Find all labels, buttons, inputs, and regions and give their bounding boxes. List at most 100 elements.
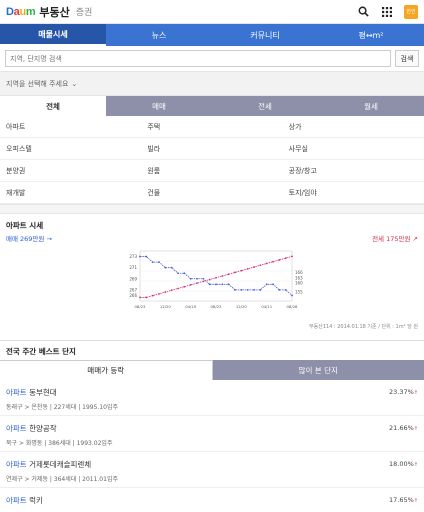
- jeonse-price-point: [278, 259, 281, 261]
- search-bar: 검색: [0, 46, 424, 72]
- item-name: 아파트 동부현대: [6, 388, 57, 397]
- category-grid: 아파트 주택 상가 오피스텔 빌라 사무실 분양권 원룸 공장/창고 재개발 건…: [0, 116, 424, 204]
- property-type-tabs: 전체 매매 전세 월세: [0, 96, 424, 116]
- sale-price-point: [202, 277, 205, 280]
- region-label: 지역을 선택해 주세요: [6, 79, 69, 88]
- tab-listings[interactable]: 매물시세: [0, 24, 106, 46]
- sale-price-point: [265, 283, 268, 286]
- sale-price-point: [170, 266, 173, 269]
- sale-price-point: [139, 255, 141, 258]
- chart-x-tick: 12/20: [160, 304, 172, 309]
- tab-price-change[interactable]: 매매가 등락: [0, 360, 213, 380]
- item-pct: 23.37%↑: [389, 388, 418, 396]
- category-item[interactable]: 주택: [141, 116, 283, 138]
- jeonse-price-point: [177, 287, 179, 290]
- section-divider: [0, 204, 424, 214]
- jeonse-price-point: [272, 260, 274, 263]
- chart-x-tick: 12/20: [236, 304, 248, 309]
- chart-x-tick: 08/23: [135, 304, 147, 309]
- list-item[interactable]: 아파트 한양공작 북구 > 화명동 | 386세대 | 1993.02입주 21…: [0, 416, 424, 452]
- category-item[interactable]: 공장/창고: [282, 160, 424, 182]
- jeonse-price-point: [158, 292, 160, 295]
- item-name: 아파트 럭키: [6, 496, 43, 505]
- chart-y-right-tick: 163: [295, 275, 303, 280]
- user-avatar[interactable]: 한인: [404, 4, 418, 19]
- search-button[interactable]: 검색: [395, 50, 419, 67]
- chart-x-tick: 04/11: [261, 304, 273, 309]
- sale-price-point: [240, 288, 243, 291]
- jeonse-price-point: [234, 271, 236, 274]
- chart-y-left-tick: 267: [129, 287, 137, 292]
- sale-price[interactable]: 매매 269만원 →: [6, 233, 52, 243]
- category-item[interactable]: 건물: [141, 182, 283, 204]
- apt-price-title: 아파트 시세: [6, 221, 44, 230]
- sale-price-point: [196, 277, 198, 280]
- item-pct: 21.66%↑: [389, 424, 418, 432]
- chart-x-tick: 08/23: [211, 304, 223, 309]
- search-input[interactable]: [5, 50, 391, 67]
- tab-unit-converter[interactable]: 평↔m²: [318, 24, 424, 46]
- search-icon[interactable]: [356, 5, 370, 19]
- jeonse-price[interactable]: 전세 175만원 ↗: [372, 233, 418, 243]
- jeonse-price-point: [208, 278, 211, 281]
- sale-price-point: [259, 288, 262, 291]
- chart-plot-area: [139, 250, 293, 302]
- tab-all[interactable]: 전체: [0, 96, 106, 116]
- category-item[interactable]: 토지/임야: [282, 182, 424, 204]
- daum-logo[interactable]: Daum: [6, 6, 36, 18]
- sale-price-point: [151, 261, 154, 264]
- chart-source-note: 부동산114 : 2014.01.18 기준 / 단위 : 1m² 당 원: [309, 324, 418, 330]
- sale-price-point: [272, 283, 274, 286]
- up-arrow-icon: ↑: [413, 462, 418, 468]
- jeonse-price-point: [265, 262, 268, 265]
- sale-price-point: [246, 288, 249, 291]
- up-arrow-icon: ↑: [413, 426, 418, 432]
- sale-price-point: [278, 288, 281, 291]
- list-item[interactable]: 아파트 거제롯데캐슬피렌체 연제구 > 거제동 | 364세대 | 2011.0…: [0, 452, 424, 488]
- category-item[interactable]: 상가: [282, 116, 424, 138]
- jeonse-price-point: [196, 282, 198, 285]
- category-item[interactable]: 분양권: [0, 160, 142, 182]
- jeonse-price-point: [227, 273, 230, 276]
- tab-most-viewed[interactable]: 많이 본 단지: [212, 360, 424, 380]
- up-arrow-icon: ↑: [413, 498, 418, 504]
- best-tabs: 매매가 등락 많이 본 단지: [0, 360, 424, 380]
- jeonse-price-point: [291, 255, 293, 258]
- jeonse-price-point: [246, 267, 249, 270]
- jeonse-price-point: [253, 266, 255, 268]
- sale-price-point: [183, 272, 186, 275]
- tab-monthly[interactable]: 월세: [318, 96, 424, 116]
- jeonse-price-point: [215, 276, 217, 279]
- item-pct: 18.00%↑: [389, 460, 418, 468]
- tab-jeonse[interactable]: 전세: [212, 96, 318, 116]
- sale-price-point: [208, 283, 211, 286]
- category-item[interactable]: 오피스텔: [0, 138, 142, 160]
- chevron-down-icon: ⌄: [71, 79, 78, 88]
- category-item[interactable]: 사무실: [282, 138, 424, 160]
- brand-title[interactable]: 부동산: [39, 4, 69, 20]
- jeonse-price-point: [259, 264, 262, 267]
- category-item[interactable]: 아파트: [0, 116, 142, 138]
- list-item[interactable]: 아파트 럭키 17.65%↑: [0, 488, 424, 512]
- category-item[interactable]: 원룸: [141, 160, 283, 182]
- category-item[interactable]: 빌라: [141, 138, 283, 160]
- item-name: 아파트 한양공작: [6, 424, 57, 433]
- stock-link[interactable]: 증권: [76, 5, 93, 18]
- list-item[interactable]: 아파트 동부현대 동래구 > 온천동 | 227세대 | 1995.10입주 2…: [0, 380, 424, 416]
- region-selector[interactable]: 지역을 선택해 주세요 ⌄: [0, 72, 424, 96]
- sale-price-point: [177, 272, 179, 275]
- tab-news[interactable]: 뉴스: [106, 24, 212, 46]
- up-arrow-icon: ↑: [413, 390, 418, 396]
- grid-icon[interactable]: [380, 5, 394, 19]
- sale-price-point: [158, 261, 160, 264]
- category-item[interactable]: 재개발: [0, 182, 142, 204]
- jeonse-price-point: [221, 275, 224, 277]
- jeonse-price-point: [202, 280, 205, 283]
- sale-price-point: [215, 283, 217, 286]
- price-chart: 273 271 269 267 266 166 163 160 155 08/23 12/20 04/…: [0, 243, 424, 323]
- tab-community[interactable]: 커뮤니티: [212, 24, 318, 46]
- item-meta: 북구 > 화명동 | 386세대 | 1993.02입주: [6, 440, 113, 447]
- chart-x-tick: 04/19: [185, 304, 197, 309]
- jeonse-price-point: [284, 257, 287, 260]
- tab-sale[interactable]: 매매: [106, 96, 212, 116]
